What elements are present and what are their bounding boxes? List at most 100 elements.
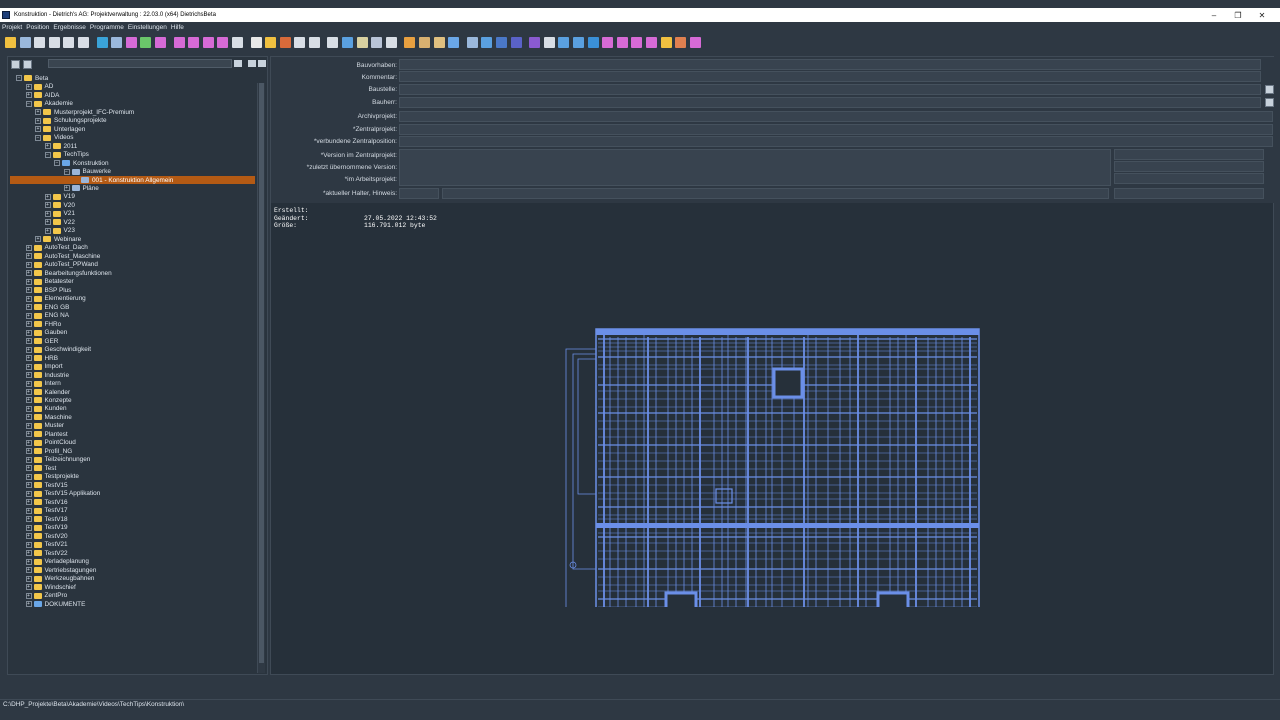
expand-toggle-icon[interactable]: +	[25, 439, 32, 446]
toolbar-button-icon-16[interactable]	[250, 36, 262, 48]
version-zentralprojekt-value[interactable]	[1114, 149, 1264, 160]
tree-collapse-icon[interactable]	[23, 59, 32, 69]
tree-item[interactable]: + ZentPro	[25, 591, 67, 600]
tree-item[interactable]: + V20	[44, 201, 75, 210]
tree-item[interactable]: +2011	[44, 142, 77, 151]
tree-item[interactable]: + Kunden	[25, 405, 67, 414]
toolbar-button-icon-14[interactable]	[217, 36, 229, 48]
expand-toggle-icon[interactable]: +	[25, 261, 32, 268]
tree-item[interactable]: + Vertriebstagungen	[25, 566, 96, 575]
toolbar-button-icon-13[interactable]	[202, 36, 214, 48]
baustelle-lookup-icon[interactable]	[1265, 85, 1274, 94]
expand-toggle-icon[interactable]: +	[44, 202, 51, 209]
expand-toggle-icon[interactable]: +	[35, 126, 41, 133]
tree-item[interactable]: + Profil_NG	[25, 447, 72, 456]
tree-item[interactable]: + Import	[25, 362, 63, 371]
expand-toggle-icon[interactable]: +	[35, 117, 41, 124]
expand-toggle-icon[interactable]: +	[25, 346, 32, 353]
expand-toggle-icon[interactable]: +	[25, 405, 32, 412]
tree-item[interactable]: + Elementierung	[25, 294, 86, 303]
expand-toggle-icon[interactable]: +	[25, 592, 32, 599]
tree-item[interactable]: + PointCloud	[25, 439, 76, 448]
toolbar-button-icon-0[interactable]	[5, 36, 16, 48]
tree-item[interactable]: + Werkzeugbahnen	[25, 574, 94, 583]
expand-toggle-icon[interactable]: +	[25, 499, 32, 506]
expand-toggle-icon[interactable]: −	[35, 134, 41, 141]
toolbar-button-icon-39[interactable]	[602, 36, 614, 48]
expand-toggle-icon[interactable]: +	[44, 219, 51, 226]
tree-item[interactable]: + Betatester	[25, 278, 74, 287]
tree-item[interactable]: + AutoTest_Dach	[25, 244, 88, 253]
toolbar-button-icon-22[interactable]	[342, 36, 354, 48]
expand-toggle-icon[interactable]: +	[25, 295, 32, 302]
tree-item[interactable]: + Webinare	[35, 235, 81, 244]
expand-toggle-icon[interactable]: +	[25, 558, 32, 565]
toolbar-button-icon-36[interactable]	[558, 36, 570, 48]
toolbar-button-icon-43[interactable]	[660, 36, 672, 48]
baustelle-field[interactable]	[399, 84, 1261, 95]
expand-toggle-icon[interactable]: +	[44, 210, 51, 217]
toolbar-button-icon-34[interactable]	[529, 36, 541, 48]
tree-item[interactable]: − Bauwerke	[63, 167, 111, 176]
expand-toggle-icon[interactable]: +	[25, 312, 32, 319]
expand-toggle-icon[interactable]: +	[25, 355, 32, 362]
expand-toggle-icon[interactable]: −	[16, 75, 22, 82]
tree-item[interactable]: + ENG GB	[25, 303, 69, 312]
expand-toggle-icon[interactable]: +	[25, 270, 32, 277]
tree-item[interactable]: + Plantest	[25, 430, 68, 439]
hinweis-field[interactable]	[442, 188, 1109, 199]
tree-item[interactable]: + Geschwindigkeit	[25, 345, 91, 354]
expand-toggle-icon[interactable]: +	[25, 244, 32, 251]
expand-toggle-icon[interactable]: +	[25, 329, 32, 336]
expand-toggle-icon[interactable]: +	[25, 516, 32, 523]
expand-toggle-icon[interactable]: +	[25, 380, 32, 387]
menu-item-2[interactable]: Ergebnisse	[53, 24, 86, 31]
tree-item[interactable]: + AD	[25, 82, 53, 91]
tree-item[interactable]: + Kalender	[25, 388, 70, 397]
halter-extra-field[interactable]	[1114, 188, 1264, 199]
expand-toggle-icon[interactable]: +	[25, 278, 32, 285]
tree-item[interactable]: + V22	[44, 218, 75, 227]
tree-item[interactable]: + Intern	[25, 379, 61, 388]
tree-item[interactable]: + Industrie	[25, 371, 69, 380]
tree-item[interactable]: + Verladeplanung	[25, 557, 89, 566]
expand-toggle-icon[interactable]: +	[25, 541, 32, 548]
toolbar-button-icon-30[interactable]	[466, 36, 478, 48]
expand-toggle-icon[interactable]: +	[25, 83, 32, 90]
toolbar-button-icon-41[interactable]	[631, 36, 643, 48]
tree-item[interactable]: + HRB	[25, 354, 58, 363]
toolbar-button-icon-4[interactable]	[63, 36, 75, 48]
expand-toggle-icon[interactable]: +	[25, 524, 32, 531]
tree-filter-input[interactable]	[48, 59, 232, 68]
tree-scrollbar[interactable]	[257, 83, 265, 673]
tree-item[interactable]: + AutoTest_PPWand	[25, 261, 98, 270]
tree-item[interactable]: + Teilzeichnungen	[25, 456, 90, 465]
tree-item[interactable]: + Pläne	[63, 184, 99, 193]
toolbar-button-icon-15[interactable]	[231, 36, 243, 48]
tree-options-icon[interactable]	[248, 60, 256, 67]
toolbar-button-icon-32[interactable]	[496, 36, 507, 48]
tree-item[interactable]: + TestV16	[25, 498, 68, 507]
expand-toggle-icon[interactable]: +	[25, 338, 32, 345]
tree-item[interactable]: + V19	[44, 193, 75, 202]
archivprojekt-field[interactable]	[399, 111, 1273, 122]
tree-item[interactable]: + Gauben	[25, 328, 67, 337]
tree-item[interactable]: + Bearbeitungsfunktionen	[25, 269, 112, 278]
toolbar-button-icon-19[interactable]	[294, 36, 306, 48]
bauherr-lookup-icon[interactable]	[1265, 98, 1274, 107]
tree-item[interactable]: − Konstruktion	[54, 159, 109, 168]
toolbar-button-icon-7[interactable]	[111, 36, 123, 48]
toolbar-button-icon-20[interactable]	[308, 36, 320, 48]
toolbar-button-icon-3[interactable]	[48, 36, 60, 48]
zentralprojekt-field[interactable]	[399, 124, 1273, 135]
bauvorhaben-field[interactable]	[399, 59, 1261, 70]
expand-toggle-icon[interactable]: +	[44, 227, 51, 234]
zuletzt-version-value[interactable]	[1114, 161, 1264, 172]
menu-item-4[interactable]: Einstellungen	[128, 24, 167, 31]
expand-toggle-icon[interactable]: +	[25, 507, 32, 514]
halter-field[interactable]	[399, 188, 439, 199]
toolbar-button-icon-25[interactable]	[385, 36, 397, 48]
tree-item[interactable]: + TestV22	[25, 549, 68, 558]
expand-toggle-icon[interactable]: +	[25, 575, 32, 582]
toolbar-button-icon-33[interactable]	[510, 36, 522, 48]
